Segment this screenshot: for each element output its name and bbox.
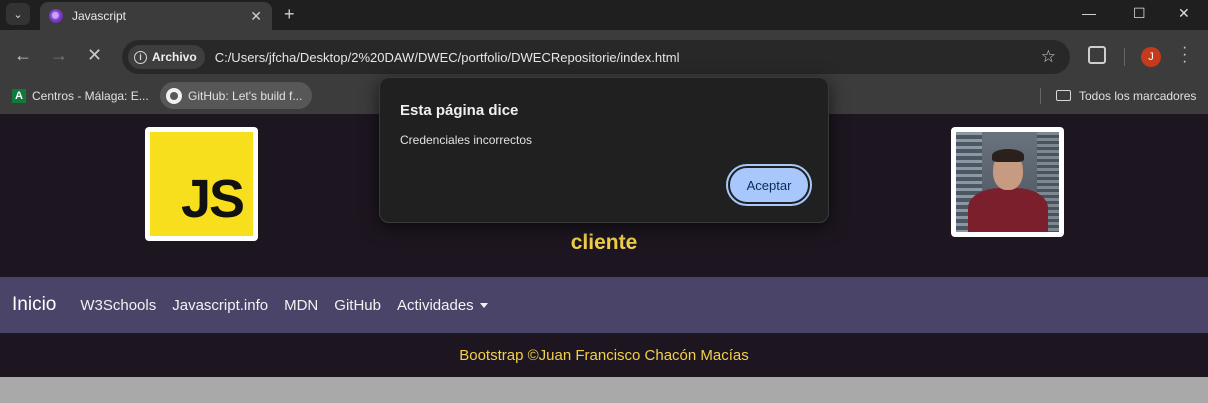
accept-button[interactable]: Aceptar (726, 164, 812, 206)
close-window-button[interactable]: ✕ (1178, 5, 1190, 22)
tab-search-button[interactable]: ⌄ (6, 3, 30, 25)
caret-down-icon (479, 303, 488, 309)
profile-photo (951, 127, 1064, 237)
folder-icon (1056, 90, 1071, 101)
toolbar-divider (1124, 48, 1125, 66)
all-bookmarks-label: Todos los marcadores (1079, 88, 1197, 103)
github-icon (166, 87, 182, 104)
alert-dialog: Esta página dice Credenciales incorrecto… (379, 77, 829, 223)
bookmark-label: GitHub: Let's build f... (188, 88, 303, 103)
javascript-logo: JS (145, 127, 258, 241)
stop-loading-icon[interactable]: ✕ (87, 45, 102, 66)
dialog-title: Esta página dice (400, 102, 519, 119)
browser-tab[interactable]: Javascript ✕ (40, 2, 272, 30)
nav-link-github[interactable]: GitHub (334, 297, 381, 314)
nav-dropdown-actividades[interactable]: Actividades (397, 297, 488, 314)
back-arrow-icon[interactable]: ← (14, 45, 32, 66)
navbar-brand[interactable]: Inicio (12, 294, 56, 316)
tab-close-icon[interactable]: ✕ (250, 8, 262, 25)
page-footer: Bootstrap ©Juan Francisco Chacón Macías (0, 333, 1208, 377)
dropdown-label: Actividades (396, 296, 474, 314)
extensions-puzzle-icon[interactable] (1088, 46, 1106, 64)
url-text[interactable]: C:/Users/jfcha/Desktop/2%20DAW/DWEC/port… (215, 50, 680, 65)
all-bookmarks-button[interactable]: Todos los marcadores (1056, 82, 1196, 109)
maximize-button[interactable]: ☐ (1133, 5, 1146, 22)
footer-text: Bootstrap ©Juan Francisco Chacón Macías (459, 346, 749, 364)
site-info-label: Archivo (152, 50, 197, 64)
info-icon: i (134, 50, 147, 64)
browser-toolbar: ← → ✕ i Archivo C:/Users/jfcha/Desktop/2… (0, 30, 1208, 82)
js-logo-text: JS (180, 169, 245, 229)
chevron-down-icon: ⌄ (13, 8, 23, 21)
address-bar[interactable]: i Archivo C:/Users/jfcha/Desktop/2%20DAW… (122, 40, 1070, 74)
page-subtitle: cliente (570, 231, 638, 254)
bookmark-item[interactable]: A Centros - Málaga: E... (12, 82, 149, 109)
nav-link-w3schools[interactable]: W3Schools (80, 297, 156, 314)
site-navbar: Inicio W3Schools Javascript.info MDN Git… (0, 277, 1208, 333)
tab-strip: ⌄ Javascript ✕ + — ☐ ✕ (0, 0, 1208, 30)
profile-avatar[interactable]: J (1141, 47, 1161, 67)
new-tab-button[interactable]: + (284, 4, 295, 25)
kebab-menu-icon[interactable]: · · · (1182, 40, 1187, 70)
bookmarks-divider (1040, 88, 1041, 104)
forward-arrow-icon[interactable]: → (50, 45, 68, 66)
a-logo-icon: A (12, 88, 26, 103)
site-info-chip[interactable]: i Archivo (128, 45, 205, 69)
bookmark-star-icon[interactable]: ☆ (1041, 47, 1056, 67)
nav-link-mdn[interactable]: MDN (284, 297, 318, 314)
tab-favicon-icon (49, 9, 63, 23)
minimize-button[interactable]: — (1082, 5, 1096, 21)
bookmark-label: Centros - Málaga: E... (32, 88, 149, 103)
dialog-message: Credenciales incorrectos (400, 133, 533, 147)
nav-link-javascript-info[interactable]: Javascript.info (172, 297, 268, 314)
bookmark-item[interactable]: GitHub: Let's build f... (160, 82, 313, 109)
tab-title: Javascript (72, 9, 127, 23)
